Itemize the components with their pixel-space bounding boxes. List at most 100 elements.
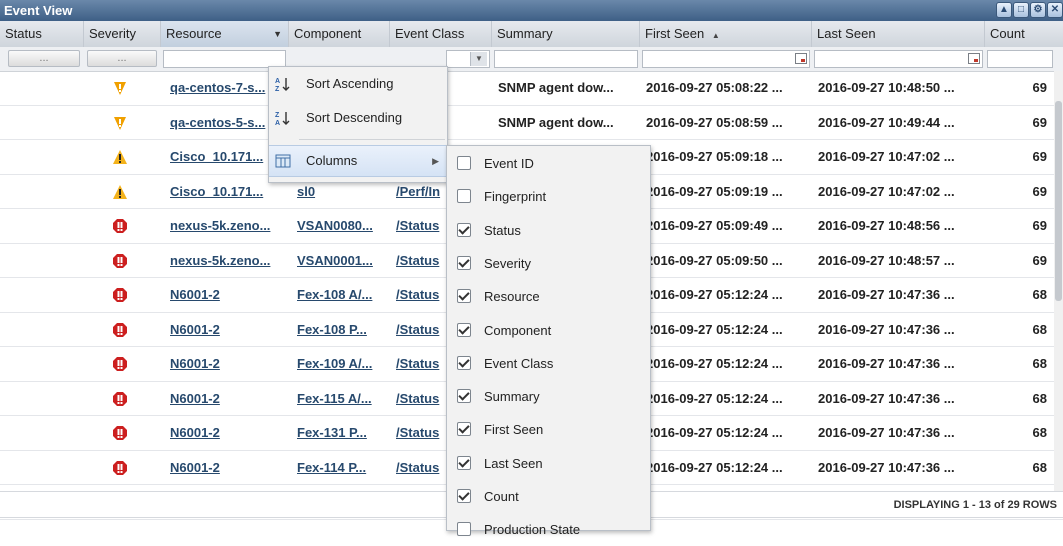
columns-icon — [275, 154, 291, 168]
column-checkbox[interactable] — [457, 422, 471, 437]
count-cell: 69 — [1032, 218, 1047, 233]
window-titlebar: Event View ▲ □ ⚙ ✕ — [0, 0, 1063, 21]
status-filter-button[interactable]: ... — [8, 50, 80, 67]
component-link[interactable]: Fex-108 A/... — [297, 278, 387, 311]
column-checkbox[interactable] — [457, 289, 471, 304]
last-seen-cell: 2016-09-27 10:48:56 ... — [818, 218, 955, 233]
column-option[interactable]: Event ID — [447, 147, 650, 180]
event-class-link[interactable]: /Status — [396, 278, 446, 311]
resource-link[interactable]: N6001-2 — [170, 347, 282, 380]
last-seen-filter-input[interactable] — [814, 50, 983, 68]
resource-link[interactable]: Cisco_10.171... — [170, 175, 282, 208]
column-checkbox[interactable] — [457, 489, 471, 503]
severity-critical-icon — [113, 426, 127, 440]
component-link[interactable]: VSAN0001... — [297, 244, 387, 277]
column-option[interactable]: Resource — [447, 280, 650, 313]
resource-link[interactable]: N6001-2 — [170, 451, 282, 484]
header-last-seen[interactable]: Last Seen — [812, 21, 985, 47]
gear-icon[interactable]: ⚙ — [1030, 2, 1046, 18]
event-class-link[interactable]: /Status — [396, 209, 446, 242]
count-cell: 68 — [1032, 459, 1047, 475]
resource-link[interactable]: N6001-2 — [170, 416, 282, 449]
severity-filter-button[interactable]: ... — [87, 50, 157, 67]
resource-link[interactable]: N6001-2 — [170, 278, 282, 311]
header-summary[interactable]: Summary — [492, 21, 640, 47]
event-class-link[interactable]: /Status — [396, 451, 446, 484]
severity-critical-icon — [113, 253, 127, 268]
summary-filter-input[interactable] — [494, 50, 638, 68]
event-class-link[interactable]: /Status — [396, 313, 446, 346]
severity-critical-icon — [113, 219, 127, 233]
component-link[interactable]: Fex-131 P... — [297, 416, 387, 449]
first-seen-cell: 2016-09-27 05:12:24 ... — [646, 459, 783, 475]
header-resource[interactable]: Resource ▼ — [161, 21, 289, 47]
calendar-icon[interactable] — [795, 53, 807, 64]
component-link[interactable]: Fex-109 A/... — [297, 347, 387, 380]
event-class-link[interactable]: /Status — [396, 416, 446, 449]
component-link[interactable]: Fex-114 P... — [297, 451, 387, 484]
close-icon[interactable]: ✕ — [1047, 2, 1063, 18]
event-class-filter-input[interactable]: ▼ — [446, 50, 490, 68]
dropdown-arrow-icon[interactable]: ▼ — [470, 52, 487, 66]
resource-link[interactable]: qa-centos-5-s... — [170, 106, 282, 139]
column-option[interactable]: Severity — [447, 247, 650, 280]
column-checkbox[interactable] — [457, 156, 471, 170]
column-option[interactable]: Component — [447, 314, 650, 347]
menu-item-sort-ascending[interactable]: A Z Sort Ascending — [269, 69, 447, 99]
column-option[interactable]: Event Class — [447, 347, 650, 380]
vertical-scrollbar[interactable] — [1054, 71, 1063, 491]
table-row[interactable]: qa-centos-5-s.../Sn...SNMP agent dow...2… — [0, 106, 1063, 140]
column-option[interactable]: Last Seen — [447, 447, 650, 480]
component-link[interactable]: Fex-108 P... — [297, 313, 387, 346]
header-first-seen[interactable]: First Seen ▲ — [640, 21, 812, 47]
column-checkbox[interactable] — [457, 389, 471, 404]
collapse-icon[interactable]: ▲ — [996, 2, 1012, 18]
column-option[interactable]: Production State — [447, 513, 650, 546]
count-filter-input[interactable] — [987, 50, 1053, 68]
column-option[interactable]: Fingerprint — [447, 180, 650, 213]
resource-link[interactable]: Cisco_10.171... — [170, 140, 282, 173]
column-option[interactable]: Count — [447, 480, 650, 513]
component-link[interactable]: VSAN0080... — [297, 209, 387, 242]
severity-critical-icon — [113, 460, 127, 475]
resource-link[interactable]: N6001-2 — [170, 313, 282, 346]
column-checkbox[interactable] — [457, 322, 471, 337]
resource-link[interactable]: N6001-2 — [170, 382, 282, 415]
header-event-class[interactable]: Event Class — [390, 21, 492, 47]
restore-icon[interactable]: □ — [1013, 2, 1029, 18]
summary-cell: SNMP agent dow... — [498, 80, 614, 95]
severity-critical-icon — [113, 288, 127, 302]
count-cell: 69 — [1032, 252, 1047, 268]
header-severity[interactable]: Severity — [84, 21, 161, 47]
header-count[interactable]: Count — [985, 21, 1063, 47]
resource-link[interactable]: nexus-5k.zeno... — [170, 244, 282, 277]
component-link[interactable]: Fex-115 A/... — [297, 382, 387, 415]
column-menu-trigger-icon[interactable]: ▼ — [273, 21, 282, 47]
severity-warning-icon — [114, 82, 126, 95]
svg-text:A: A — [275, 78, 280, 85]
header-component[interactable]: Component — [289, 21, 390, 47]
menu-item-sort-descending[interactable]: Z A Sort Descending — [269, 103, 447, 133]
column-option[interactable]: Summary — [447, 380, 650, 413]
column-checkbox[interactable] — [457, 355, 471, 370]
first-seen-filter-input[interactable] — [642, 50, 810, 68]
resource-link[interactable]: qa-centos-7-s... — [170, 71, 282, 104]
column-option[interactable]: Status — [447, 214, 650, 247]
column-option[interactable]: First Seen — [447, 413, 650, 446]
menu-item-columns[interactable]: Columns ▶ — [269, 145, 447, 177]
event-class-link[interactable]: /Status — [396, 244, 446, 277]
calendar-icon[interactable] — [968, 53, 980, 64]
column-checkbox[interactable] — [457, 189, 471, 204]
sort-descending-icon: Z A — [275, 112, 290, 126]
last-seen-cell: 2016-09-27 10:47:36 ... — [818, 287, 955, 302]
column-checkbox[interactable] — [457, 455, 471, 470]
resource-link[interactable]: nexus-5k.zeno... — [170, 209, 282, 242]
event-class-link[interactable]: /Status — [396, 382, 446, 415]
column-checkbox[interactable] — [457, 255, 471, 270]
column-checkbox[interactable] — [457, 222, 471, 237]
scrollbar-thumb[interactable] — [1055, 101, 1062, 301]
header-status[interactable]: Status — [0, 21, 84, 47]
column-checkbox[interactable] — [457, 522, 471, 537]
event-class-link[interactable]: /Status — [396, 347, 446, 380]
table-row[interactable]: qa-centos-7-s.../Sn...SNMP agent dow...2… — [0, 71, 1063, 106]
